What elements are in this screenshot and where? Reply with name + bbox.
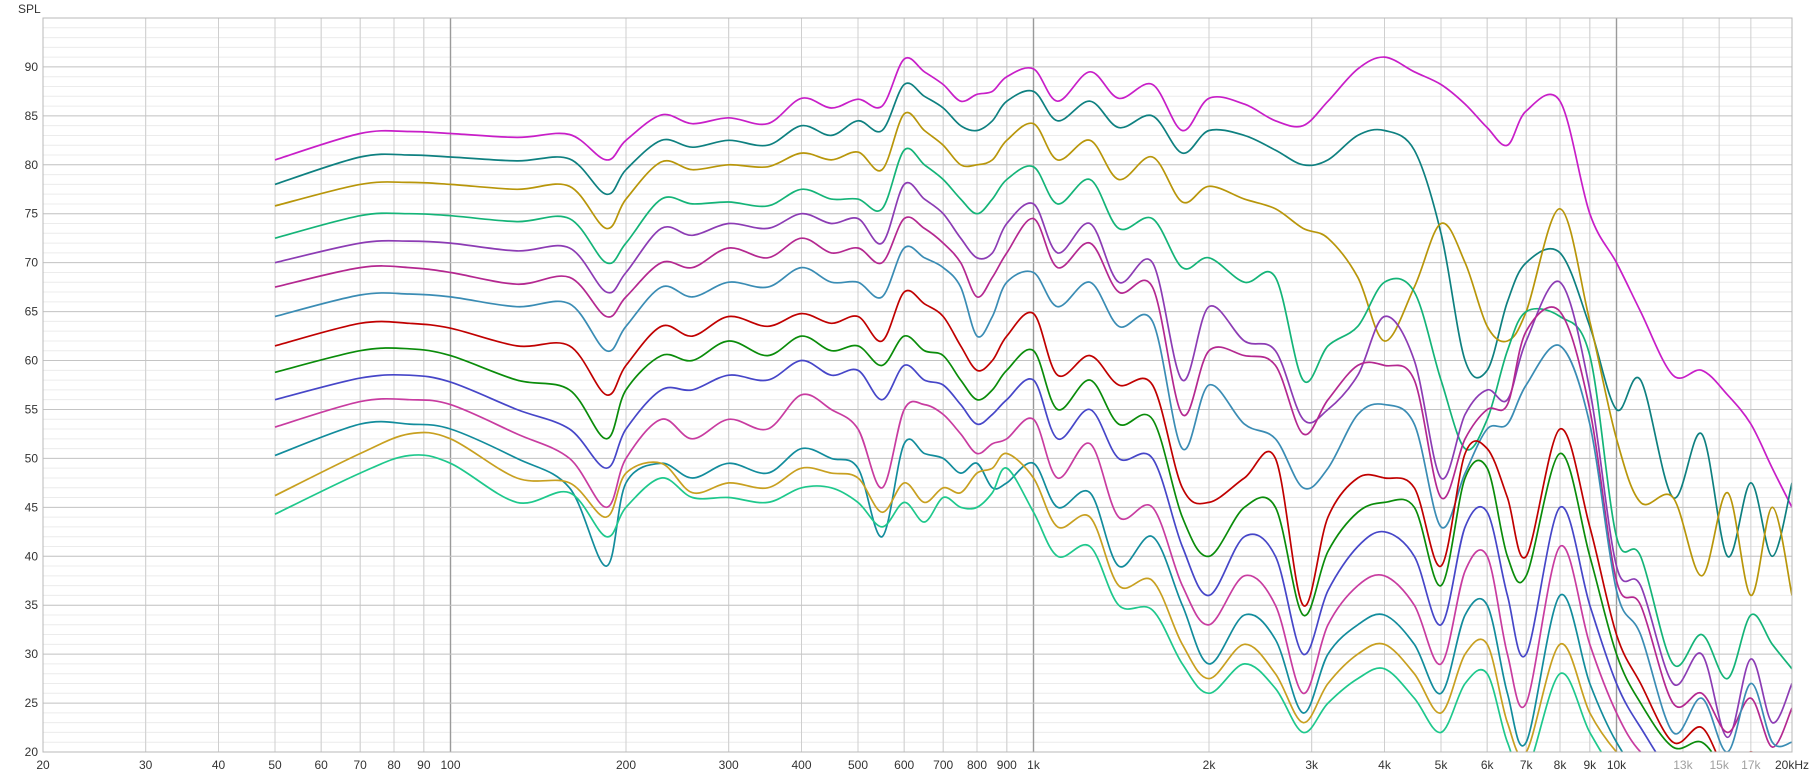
x-tick-label: 400 xyxy=(791,758,811,772)
x-tick-label: 2k xyxy=(1203,758,1217,772)
x-tick-label: 50 xyxy=(268,758,282,772)
x-tick-label: 4k xyxy=(1378,758,1392,772)
y-tick-label: 60 xyxy=(25,354,39,368)
x-tick-label: 40 xyxy=(212,758,226,772)
x-tick-label: 500 xyxy=(848,758,868,772)
x-tick-label: 70 xyxy=(354,758,368,772)
x-tick-label: 5k xyxy=(1435,758,1449,772)
x-tick-label: 80 xyxy=(387,758,401,772)
y-tick-label: 30 xyxy=(25,647,39,661)
y-tick-label: 85 xyxy=(25,109,39,123)
y-tick-label: 55 xyxy=(25,402,39,416)
y-axis-label: SPL xyxy=(18,2,41,16)
y-tick-label: 90 xyxy=(25,60,39,74)
x-tick-label: 13k xyxy=(1673,758,1693,772)
y-tick-label: 40 xyxy=(25,549,39,563)
x-tick-label: 100 xyxy=(440,758,460,772)
x-tick-label: 15k xyxy=(1709,758,1729,772)
x-tick-label: 20kHz xyxy=(1775,758,1809,772)
x-tick-label: 800 xyxy=(967,758,987,772)
x-tick-label: 9k xyxy=(1583,758,1597,772)
x-tick-label: 30 xyxy=(139,758,153,772)
x-tick-label: 60 xyxy=(314,758,328,772)
y-tick-label: 45 xyxy=(25,500,39,514)
x-tick-label: 900 xyxy=(997,758,1017,772)
x-tick-label: 600 xyxy=(894,758,914,772)
y-tick-label: 75 xyxy=(25,207,39,221)
x-tick-label: 200 xyxy=(616,758,636,772)
y-tick-label: 70 xyxy=(25,256,39,270)
frequency-response-chart: 20 30 40 50 60 70 80 90 100 200 300 400 500 600 700 800… xyxy=(0,0,1811,779)
y-axis-ticks: 20 25 30 35 40 45 50 55 60 65 70 75 80 85 90 xyxy=(25,60,39,759)
x-tick-label: 7k xyxy=(1520,758,1534,772)
x-tick-label: 20 xyxy=(36,758,50,772)
x-tick-label: 1k xyxy=(1027,758,1041,772)
x-tick-label: 8k xyxy=(1554,758,1568,772)
x-tick-label: 700 xyxy=(933,758,953,772)
y-tick-label: 50 xyxy=(25,451,39,465)
y-tick-label: 35 xyxy=(25,598,39,612)
y-tick-label: 25 xyxy=(25,696,39,710)
x-tick-label: 90 xyxy=(417,758,431,772)
y-tick-label: 65 xyxy=(25,305,39,319)
x-tick-label: 3k xyxy=(1305,758,1319,772)
x-tick-label: 10k xyxy=(1607,758,1627,772)
x-tick-label: 300 xyxy=(719,758,739,772)
y-tick-label: 80 xyxy=(25,158,39,172)
x-tick-label: 17k xyxy=(1741,758,1761,772)
y-tick-label: 20 xyxy=(25,745,39,759)
x-tick-label: 6k xyxy=(1481,758,1495,772)
